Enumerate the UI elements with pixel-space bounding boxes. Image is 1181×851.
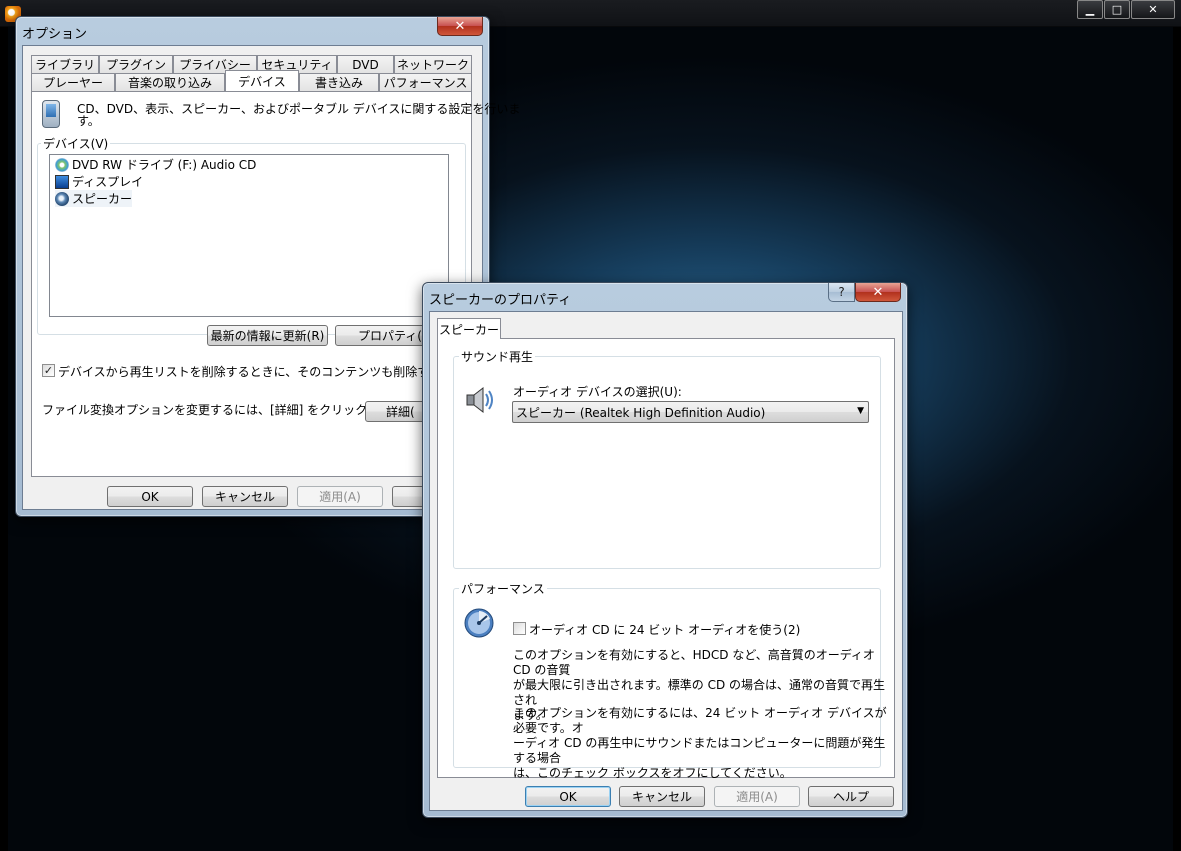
refresh-button[interactable]: 最新の情報に更新(R) <box>207 325 328 346</box>
options-dialog: オプション ✕ ライブラリ プラグイン プライバシー セキュリティ DVD ネッ… <box>15 16 520 517</box>
tab-network[interactable]: ネットワーク <box>394 55 472 73</box>
list-item[interactable]: DVD RW ドライブ (F:) Audio CD <box>55 156 256 173</box>
portable-device-icon <box>42 100 60 128</box>
options-client: ライブラリ プラグイン プライバシー セキュリティ DVD ネットワーク プレー… <box>22 45 520 510</box>
devices-tab-page: CD、DVD、表示、スピーカー、およびポータブル デバイスに関する設定を行いま … <box>31 91 520 477</box>
speaker-help-title-button[interactable]: ? <box>828 283 855 302</box>
options-close-button[interactable]: ✕ <box>437 17 483 36</box>
speaker-close-button[interactable]: ✕ <box>855 283 901 302</box>
tab-dvd[interactable]: DVD <box>337 55 394 73</box>
speaker-client: スピーカー サウンド再生 オーディオ デバイスの選択(U): スピーカー (Re… <box>429 311 903 811</box>
speaker-ok-button[interactable]: OK <box>525 786 611 807</box>
use-24bit-checkbox[interactable] <box>513 622 526 635</box>
tab-performance[interactable]: パフォーマンス <box>379 73 472 91</box>
speaker-help-button[interactable]: ヘルプ <box>808 786 894 807</box>
tab-rip-music[interactable]: 音楽の取り込み <box>115 73 225 91</box>
list-item[interactable]: ディスプレイ <box>55 173 143 190</box>
maximize-button[interactable]: □ <box>1104 0 1130 19</box>
tab-burn[interactable]: 書き込み <box>299 73 379 91</box>
speaker-cancel-button[interactable]: キャンセル <box>619 786 705 807</box>
audio-device-dropdown[interactable]: スピーカー (Realtek High Definition Audio) ▼ <box>512 401 869 423</box>
tab-plugins[interactable]: プラグイン <box>99 55 173 73</box>
audio-device-value: スピーカー (Realtek High Definition Audio) <box>516 405 766 420</box>
devices-description-line1: CD、DVD、表示、スピーカー、およびポータブル デバイスに関する設定を行いま <box>77 102 521 116</box>
speaker-dialog-title: スピーカーのプロパティ <box>429 293 572 308</box>
devices-description-line2: す。 <box>77 114 100 128</box>
cd-performance-icon <box>463 607 495 639</box>
minimize-button[interactable]: ▁ <box>1077 0 1103 19</box>
list-item[interactable]: スピーカー <box>55 190 133 207</box>
performance-group-label: パフォーマンス <box>459 580 547 597</box>
speaker-volume-icon <box>463 384 495 416</box>
player-caption-buttons: ▁ □ ✕ <box>1076 0 1175 19</box>
options-ok-button[interactable]: OK <box>107 486 193 507</box>
options-apply-button[interactable]: 適用(A) <box>297 486 383 507</box>
speaker-tab-page: サウンド再生 オーディオ デバイスの選択(U): スピーカー (Realtek … <box>437 338 895 780</box>
tab-devices[interactable]: デバイス <box>225 70 299 91</box>
devices-group-label: デバイス(V) <box>41 135 111 152</box>
speaker-apply-button[interactable]: 適用(A) <box>714 786 800 807</box>
options-cancel-button[interactable]: キャンセル <box>202 486 288 507</box>
speaker-icon <box>55 191 69 206</box>
chevron-down-icon: ▼ <box>857 406 864 416</box>
delete-content-checkbox[interactable]: ✓ <box>42 364 55 377</box>
delete-content-label: デバイスから再生リストを削除するときに、そのコンテンツも削除する(D) <box>58 365 460 379</box>
speaker-properties-dialog: スピーカーのプロパティ ? ✕ スピーカー サウンド再生 オーディオ デバイスの… <box>422 282 908 818</box>
use-24bit-label: オーディオ CD に 24 ビット オーディオを使う(2) <box>529 623 801 637</box>
display-icon <box>55 174 69 189</box>
24bit-requirement-description: このオプションを有効にするには、24 ビット オーディオ デバイスが必要です。オ… <box>513 706 887 780</box>
sound-playback-label: サウンド再生 <box>459 348 536 365</box>
player-close-button[interactable]: ✕ <box>1131 0 1175 19</box>
dvd-drive-icon <box>55 157 69 172</box>
tab-speaker[interactable]: スピーカー <box>437 318 501 339</box>
tab-player[interactable]: プレーヤー <box>31 73 115 91</box>
devices-list[interactable]: DVD RW ドライブ (F:) Audio CD ディスプレイ スピーカー <box>49 154 449 317</box>
audio-device-label: オーディオ デバイスの選択(U): <box>513 385 682 399</box>
conversion-options-text: ファイル変換オプションを変更するには、[詳細] をクリックします。 <box>42 403 414 417</box>
tab-library[interactable]: ライブラリ <box>31 55 99 73</box>
options-dialog-title: オプション <box>22 27 88 42</box>
